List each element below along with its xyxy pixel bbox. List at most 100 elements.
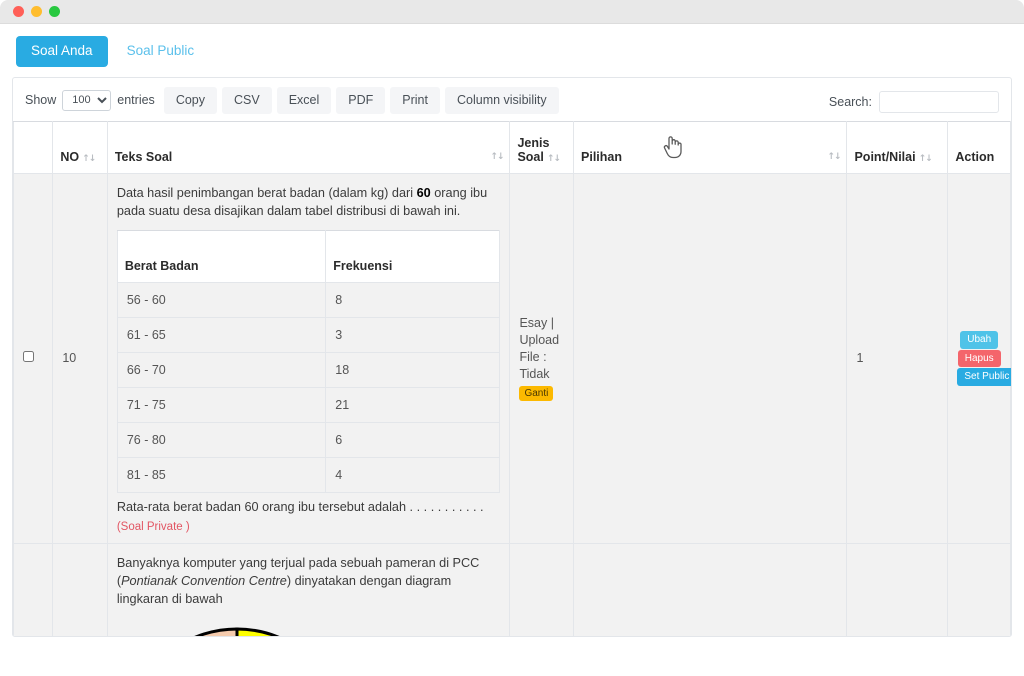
tab-bar: Soal Anda Soal Public [12, 24, 1012, 77]
frequency-value: 21 [325, 386, 501, 423]
row-question-cell: Banyaknya komputer yang terjual pada seb… [106, 542, 511, 636]
column-header-pilihan[interactable]: Pilihan ↑↓ [573, 120, 848, 174]
column-label-point-nilai: Point/Nilai [854, 149, 916, 164]
sort-icon-pilihan: ↑↓ [827, 151, 841, 162]
frequency-distribution-table: Berat Badan Frekuensi 56 - 60 8 61 - 65 … [116, 229, 501, 493]
row-jenis-soal-cell: Esay | Upload File : Tidak Ganti [509, 542, 575, 636]
export-button-group: Copy CSV Excel PDF Print Column visibili… [163, 86, 559, 114]
sort-icon-jenis-soal: ↑↓ [546, 153, 561, 164]
row-pilihan-cell [573, 172, 848, 544]
search-control: Search: [828, 90, 999, 113]
row-action-cell: Ubah Hapus Set Public [947, 542, 1011, 636]
edit-button[interactable]: Ubah [960, 331, 999, 349]
jenis-soal-text: Esay | Upload File : Tidak [519, 316, 560, 381]
question-intro: Banyaknya komputer yang terjual pada seb… [117, 554, 501, 609]
frequency-value: 6 [325, 421, 501, 458]
frequency-table-body: 56 - 60 8 61 - 65 3 66 - 70 18 71 - 75 2… [116, 281, 501, 493]
column-header-point-nilai[interactable]: Point/Nilai ↑↓ [846, 120, 949, 174]
ganti-badge[interactable]: Ganti [519, 385, 554, 402]
frequency-row: 76 - 80 6 [116, 421, 501, 458]
frequency-col-berat-badan: Berat Badan [116, 229, 327, 283]
frequency-row: 81 - 85 4 [116, 456, 501, 493]
row-point-cell: 18 [846, 542, 949, 636]
pdf-button[interactable]: PDF [336, 86, 386, 114]
action-button-group: Ubah Hapus Set Public [957, 331, 1011, 386]
column-label-teks-soal: Teks Soal [114, 149, 173, 164]
delete-button[interactable]: Hapus [957, 349, 1001, 367]
frequency-header-row: Berat Badan Frekuensi [116, 229, 501, 283]
row-select-cell [13, 542, 54, 636]
row-pilihan-cell [573, 542, 848, 636]
frequency-berat: 66 - 70 [116, 351, 327, 388]
search-label: Search: [828, 94, 872, 109]
pie-chart-svg: Z 50% A 20% K 5% [194, 627, 280, 636]
pie-slice-a [194, 627, 239, 636]
column-header-teks-soal[interactable]: Teks Soal ↑↓ [106, 120, 511, 174]
frequency-berat: 76 - 80 [116, 421, 327, 458]
close-window-button[interactable] [13, 6, 24, 17]
copy-button[interactable]: Copy [163, 86, 217, 114]
frequency-berat: 61 - 65 [116, 316, 327, 353]
question-intro-bold: 60 [416, 185, 431, 200]
question-private-tag: (Soal Private ) [116, 520, 190, 533]
search-input[interactable] [879, 90, 999, 113]
print-button[interactable]: Print [390, 86, 440, 114]
tab-soal-public[interactable]: Soal Public [112, 36, 210, 67]
column-header-jenis-soal[interactable]: Jenis Soal ↑↓ [509, 120, 575, 174]
tab-soal-anda[interactable]: Soal Anda [16, 36, 108, 67]
column-label-action: Action [955, 149, 995, 164]
frequency-row: 56 - 60 8 [116, 281, 501, 318]
entries-label: entries [117, 93, 155, 108]
row-no-cell: 10 [52, 172, 108, 544]
table-row: 10 Data hasil penimbangan berat badan (d… [13, 172, 1011, 544]
show-label: Show [25, 93, 57, 108]
column-header-no[interactable]: NO ↑↓ [52, 120, 108, 174]
column-label-no: NO [60, 149, 80, 164]
column-header-select [13, 120, 54, 174]
frequency-value: 4 [325, 456, 501, 493]
frequency-value: 8 [325, 281, 501, 318]
question-intro-part-a: Data hasil penimbangan berat badan (dala… [116, 185, 417, 200]
question-intro: Data hasil penimbangan berat badan (dala… [117, 184, 501, 221]
row-point-cell: 1 [846, 172, 949, 544]
sort-icon-no: ↑↓ [82, 153, 96, 164]
table-header: NO ↑↓ Teks Soal ↑↓ Jenis Soal ↑↓ Pilihan ↑↓ … [13, 120, 1011, 174]
maximize-window-button[interactable] [49, 6, 60, 17]
table-body: 10 Data hasil penimbangan berat badan (d… [13, 172, 1011, 636]
frequency-berat: 71 - 75 [116, 386, 327, 423]
frequency-berat: 56 - 60 [116, 281, 327, 318]
frequency-row: 66 - 70 18 [116, 351, 501, 388]
row-checkbox[interactable] [23, 351, 34, 363]
table-row: 9 Banyaknya komputer yang terjual pada s… [13, 542, 1011, 636]
excel-button[interactable]: Excel [276, 86, 332, 114]
table-header-row: NO ↑↓ Teks Soal ↑↓ Jenis Soal ↑↓ Pilihan ↑↓ … [13, 120, 1011, 174]
sort-icon-teks-soal: ↑↓ [490, 151, 504, 162]
question-tail: Rata-rata berat badan 60 orang ibu terse… [116, 499, 484, 514]
frequency-col-frekuensi: Frekuensi [325, 229, 501, 283]
frequency-value: 3 [325, 316, 501, 353]
row-select-cell [13, 172, 54, 544]
row-no-cell: 9 [52, 542, 108, 636]
column-label-pilihan: Pilihan [581, 149, 622, 164]
frequency-table-header: Berat Badan Frekuensi [116, 229, 501, 283]
minimize-window-button[interactable] [31, 6, 42, 17]
sort-icon-point-nilai: ↑↓ [918, 153, 933, 164]
row-question-cell: Data hasil penimbangan berat badan (dala… [106, 172, 511, 544]
column-header-action: Action [947, 120, 1011, 174]
row-action-cell: Ubah Hapus Set Public [947, 172, 1011, 544]
length-control: Show 100 entries [25, 89, 155, 111]
frequency-berat: 81 - 85 [116, 456, 327, 493]
page-body: Soal Anda Soal Public Show 100 entries C… [0, 24, 1024, 676]
frequency-value: 18 [325, 351, 501, 388]
questions-table: NO ↑↓ Teks Soal ↑↓ Jenis Soal ↑↓ Pilihan ↑↓ … [13, 120, 1011, 636]
row-jenis-soal-cell: Esay | Upload File : Tidak Ganti [509, 172, 575, 544]
question-intro-italic: Pontianak Convention Centre [121, 574, 287, 589]
pie-chart: Z 50% A 20% K 5% [117, 619, 501, 636]
entries-length-select[interactable]: 100 [62, 89, 112, 111]
datatable-toolbar: Show 100 entries Copy CSV Excel PDF Prin… [13, 78, 1011, 121]
set-public-button[interactable]: Set Public [957, 368, 1011, 386]
datatable-card: Show 100 entries Copy CSV Excel PDF Prin… [12, 76, 1012, 637]
csv-button[interactable]: CSV [222, 86, 272, 114]
column-label-jenis-soal: Jenis Soal [517, 135, 550, 164]
column-visibility-button[interactable]: Column visibility [444, 86, 559, 114]
